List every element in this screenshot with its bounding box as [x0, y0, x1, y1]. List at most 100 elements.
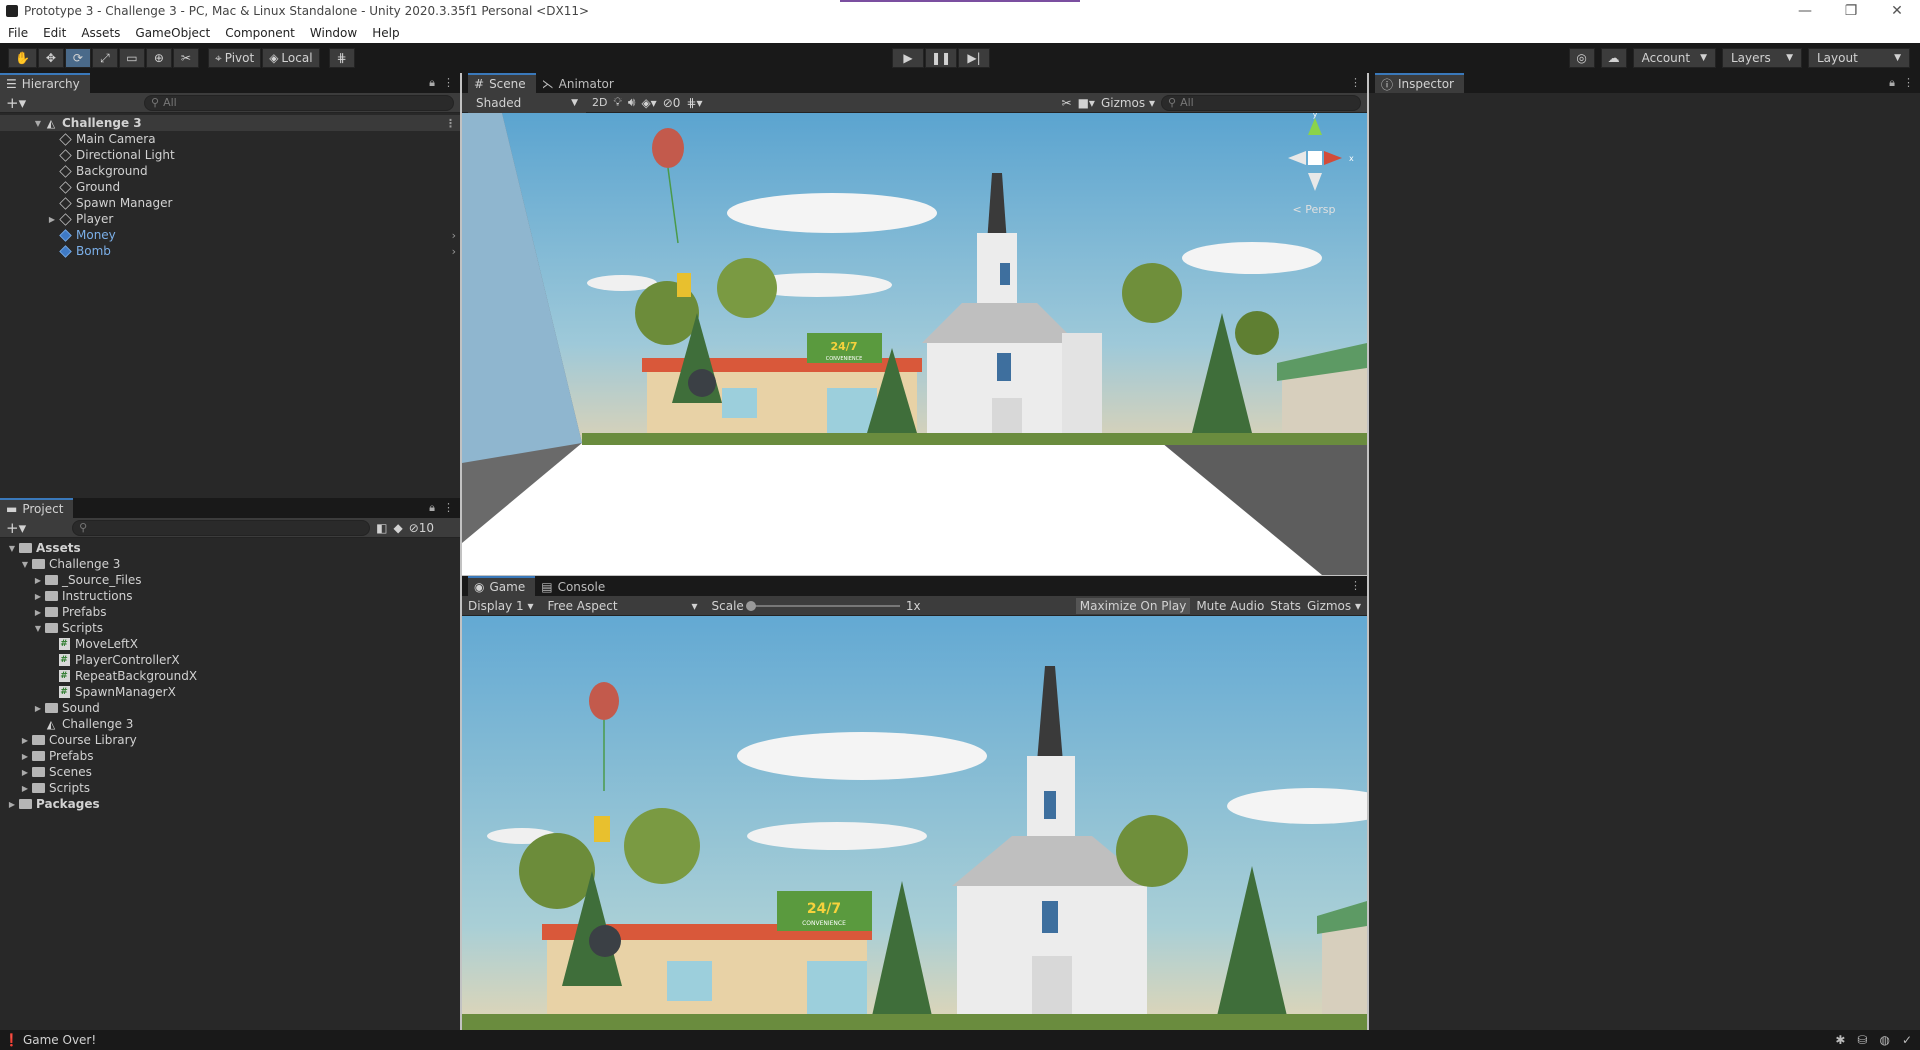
collapse-arrow-icon[interactable]: ▶ [6, 800, 18, 809]
hierarchy-item-directional-light[interactable]: Directional Light [0, 147, 460, 163]
collapse-arrow-icon[interactable]: ▶ [19, 784, 31, 793]
expand-arrow-icon[interactable]: ▼ [32, 624, 44, 633]
hierarchy-item-bomb[interactable]: Bomb › [0, 243, 460, 259]
aspect-dropdown[interactable]: Free Aspect ▾ [548, 599, 698, 613]
grid-icon[interactable]: ⋕▾ [686, 96, 702, 110]
add-icon[interactable]: +▾ [6, 94, 26, 112]
scene-viewport[interactable]: 24/7 CONVENIENCE y x < Persp [462, 113, 1367, 575]
tab-animator[interactable]: ⋋ Animator [535, 73, 624, 93]
project-item-sound[interactable]: ▶ Sound [0, 700, 460, 716]
move-tool-icon[interactable]: ✥ [37, 48, 64, 68]
hierarchy-item-spawn-manager[interactable]: Spawn Manager [0, 195, 460, 211]
mode-2d-button[interactable]: 2D [592, 96, 607, 109]
scene-gizmos-dropdown[interactable]: Gizmos ▾ [1101, 96, 1155, 110]
collapse-arrow-icon[interactable]: ▶ [19, 768, 31, 777]
menu-gameobject[interactable]: GameObject [127, 26, 217, 40]
play-icon[interactable]: ▶ [892, 48, 924, 68]
rect-tool-icon[interactable]: ▭ [118, 48, 145, 68]
project-item-prefabs[interactable]: ▶ Prefabs [0, 748, 460, 764]
tab-inspector[interactable]: ⓘ Inspector [1375, 73, 1464, 93]
project-search-input[interactable]: ⚲ [72, 519, 371, 536]
display-dropdown[interactable]: Display 1 ▾ [468, 599, 534, 613]
more-icon[interactable]: ⋮ [1350, 579, 1361, 592]
persp-label[interactable]: < Persp [1293, 203, 1336, 216]
tools-icon[interactable]: ✂ [1062, 96, 1072, 110]
project-item--source-files[interactable]: ▶ _Source_Files [0, 572, 460, 588]
more-icon[interactable]: ⋮ [443, 501, 454, 515]
hierarchy-item-money[interactable]: Money › [0, 227, 460, 243]
project-item-spawnmanagerx[interactable]: # SpawnManagerX [0, 684, 460, 700]
project-item-assets[interactable]: ▼ Assets [0, 540, 460, 556]
scale-slider-thumb[interactable] [745, 600, 756, 611]
transform-tool-icon[interactable]: ⊕ [145, 48, 172, 68]
project-item-moveleftx[interactable]: # MoveLeftX [0, 636, 460, 652]
effects-icon[interactable]: ◈▾ [641, 96, 656, 110]
expand-arrow-icon[interactable]: ▼ [19, 560, 31, 569]
lock-icon[interactable]: 🔒︎ [429, 76, 435, 90]
hidden-objects-icon[interactable]: ⊘0 [663, 96, 681, 110]
mute-audio-button[interactable]: Mute Audio [1196, 599, 1264, 613]
hierarchy-item-background[interactable]: Background [0, 163, 460, 179]
collapse-arrow-icon[interactable]: ▶ [32, 576, 44, 585]
collapse-arrow-icon[interactable]: ▶ [19, 752, 31, 761]
project-item-course-library[interactable]: ▶ Course Library [0, 732, 460, 748]
menu-component[interactable]: Component [217, 26, 302, 40]
pivot-button[interactable]: ⌖ Pivot [207, 48, 262, 68]
progress-icon[interactable]: ⛁ [1857, 1033, 1867, 1047]
chevron-right-icon[interactable]: › [452, 229, 456, 242]
audio-icon[interactable]: 🔊︎ [628, 95, 636, 110]
lock-icon[interactable]: 🔒︎ [429, 501, 435, 515]
project-item-instructions[interactable]: ▶ Instructions [0, 588, 460, 604]
menu-window[interactable]: Window [302, 26, 364, 40]
more-icon[interactable]: ⋮ [1903, 76, 1914, 90]
shading-dropdown[interactable]: Shaded ▼ [468, 92, 586, 113]
project-item-playercontrollerx[interactable]: # PlayerControllerX [0, 652, 460, 668]
project-item-prefabs[interactable]: ▶ Prefabs [0, 604, 460, 620]
minimize-button[interactable]: — [1782, 0, 1828, 22]
account-dropdown[interactable]: Account ▼ [1632, 48, 1716, 68]
status-message[interactable]: Game Over! [23, 1033, 96, 1047]
auto-generate-lighting-icon[interactable]: ◍ [1879, 1033, 1889, 1047]
project-item-scripts[interactable]: ▶ Scripts [0, 780, 460, 796]
expand-arrow-icon[interactable]: ▼ [32, 119, 44, 128]
collapse-arrow-icon[interactable]: ▶ [19, 736, 31, 745]
hand-tool-icon[interactable]: ✋ [8, 48, 37, 68]
menu-file[interactable]: File [0, 26, 35, 40]
more-icon[interactable]: ⋮ [445, 117, 456, 130]
stats-button[interactable]: Stats [1270, 599, 1301, 613]
lighting-icon[interactable]: 💡︎ [613, 95, 621, 110]
local-button[interactable]: ◈ Local [262, 48, 320, 68]
layout-dropdown[interactable]: Layout ▼ [1808, 48, 1910, 68]
more-icon[interactable]: ⋮ [443, 76, 454, 90]
tab-hierarchy[interactable]: ☰ Hierarchy [0, 73, 90, 93]
project-item-scripts[interactable]: ▼ Scripts [0, 620, 460, 636]
hidden-packages-icon[interactable]: ⊘10 [409, 521, 434, 535]
rotate-tool-icon[interactable]: ⟳ [64, 48, 91, 68]
more-icon[interactable]: ⋮ [1350, 76, 1361, 89]
filter-label-icon[interactable]: ◆ [393, 521, 402, 535]
menu-edit[interactable]: Edit [35, 26, 73, 40]
scene-search-input[interactable]: ⚲ All [1161, 94, 1361, 111]
hierarchy-item-player[interactable]: ▶ Player [0, 211, 460, 227]
add-icon[interactable]: +▾ [6, 519, 26, 537]
maximize-button[interactable]: ❐ [1828, 0, 1874, 22]
project-item-challenge-3[interactable]: ◭ Challenge 3 [0, 716, 460, 732]
filter-type-icon[interactable]: ◧ [376, 521, 387, 535]
lock-icon[interactable]: 🔒︎ [1889, 76, 1895, 90]
project-item-packages[interactable]: ▶ Packages [0, 796, 460, 812]
collapse-arrow-icon[interactable]: ▶ [32, 608, 44, 617]
tab-console[interactable]: ▤ Console [535, 576, 616, 596]
grid-snap-icon[interactable]: ⋕ [328, 48, 355, 68]
camera-icon[interactable]: ■▾ [1078, 96, 1095, 110]
hierarchy-item-main-camera[interactable]: Main Camera [0, 131, 460, 147]
scene-root[interactable]: ▼ ◭ Challenge 3 ⋮ [0, 115, 460, 131]
custom-tool-icon[interactable]: ✂ [172, 48, 199, 68]
expand-arrow-icon[interactable]: ▼ [6, 544, 18, 553]
chevron-right-icon[interactable]: › [452, 245, 456, 258]
project-item-scenes[interactable]: ▶ Scenes [0, 764, 460, 780]
collapse-arrow-icon[interactable]: ▶ [32, 704, 44, 713]
close-button[interactable]: ✕ [1874, 0, 1920, 22]
project-item-repeatbackgroundx[interactable]: # RepeatBackgroundX [0, 668, 460, 684]
tab-game[interactable]: ◉ Game [468, 576, 536, 596]
project-item-challenge-3[interactable]: ▼ Challenge 3 [0, 556, 460, 572]
